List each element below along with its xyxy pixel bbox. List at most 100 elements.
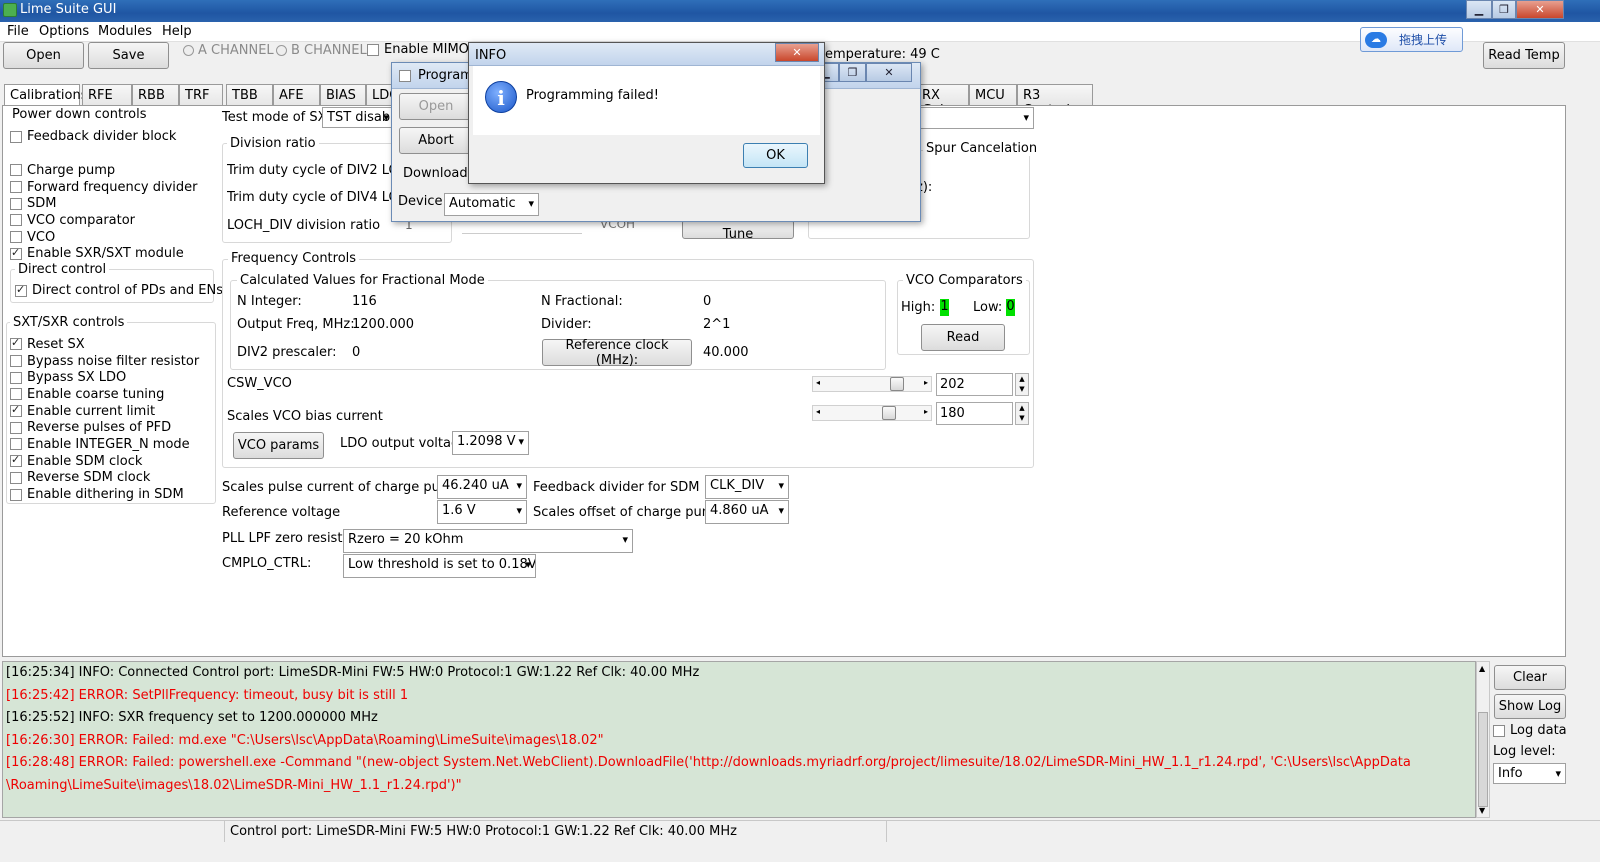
divider-value: 2^1 bbox=[703, 317, 731, 332]
tab-calibrations[interactable]: Calibrations bbox=[4, 84, 88, 106]
log-line: [16:25:42] ERROR: SetPllFrequency: timeo… bbox=[6, 687, 409, 703]
tab-rx-gain[interactable]: RX Gain bbox=[916, 84, 969, 118]
read-temp-button[interactable]: Read Temp bbox=[1483, 42, 1565, 69]
maximize-button[interactable]: ❐ bbox=[1492, 0, 1516, 19]
div2-prescaler-value: 0 bbox=[352, 345, 361, 360]
offset-charge-pump-label: Scales offset of charge pump bbox=[533, 505, 723, 520]
open-button[interactable]: Open bbox=[3, 42, 84, 69]
clear-button[interactable]: Clear bbox=[1494, 665, 1566, 690]
csw-vco-slider[interactable]: ◂ ▸ bbox=[812, 376, 932, 392]
slider-right-arrow-icon[interactable]: ▸ bbox=[924, 378, 928, 387]
menu-help[interactable]: Help bbox=[162, 24, 192, 39]
tab-bias[interactable]: BIAS bbox=[320, 84, 366, 106]
checkbox-enable-sxr-sxt[interactable]: Enable SXR/SXT module bbox=[10, 245, 198, 262]
scroll-up-icon[interactable]: ▲ bbox=[1479, 664, 1485, 673]
info-close-button[interactable]: ✕ bbox=[775, 43, 819, 62]
checkbox-label: Bypass SX LDO bbox=[27, 370, 127, 386]
tab-rfe[interactable]: RFE bbox=[82, 84, 132, 106]
vco-params-button[interactable]: VCO params bbox=[233, 432, 324, 459]
checkbox-label: Feedback divider block bbox=[27, 129, 177, 144]
checkbox-sdm[interactable]: SDM bbox=[10, 195, 198, 212]
checkbox-box bbox=[10, 488, 22, 501]
csw-vco-spinbox[interactable]: 202 bbox=[936, 373, 1013, 396]
csw-vco-spin-arrows[interactable]: ▲ ▼ bbox=[1015, 373, 1029, 396]
log-scrollbar[interactable]: ▲ ▼ bbox=[1476, 661, 1490, 818]
scroll-thumb[interactable] bbox=[1478, 712, 1488, 807]
checkbox-bypass-noise[interactable]: Bypass noise filter resistor bbox=[10, 353, 199, 370]
read-comparators-button[interactable]: Read bbox=[921, 324, 1005, 351]
test-mode-select[interactable]: TST disable bbox=[322, 107, 394, 128]
show-log-button[interactable]: Show Log bbox=[1494, 694, 1566, 719]
slider-left-arrow-icon[interactable]: ◂ bbox=[816, 378, 820, 387]
program-close-button[interactable]: ✕ bbox=[866, 63, 912, 82]
tune-button[interactable]: Tune bbox=[682, 220, 794, 239]
checkbox-feedback-divider[interactable]: Feedback divider block bbox=[10, 128, 198, 145]
pll-lpf-select[interactable]: Rzero = 20 kOhm bbox=[343, 529, 633, 553]
checkbox-box bbox=[10, 246, 22, 260]
temperature-readout: emperature: 49 C bbox=[825, 47, 940, 62]
upload-badge[interactable]: ☁ 拖拽上传 bbox=[1360, 27, 1463, 52]
checkbox-current-limit[interactable]: Enable current limit bbox=[10, 403, 199, 420]
a-channel-radio[interactable]: A CHANNEL bbox=[183, 43, 274, 58]
checkbox-vco-comparator[interactable]: VCO comparator bbox=[10, 212, 198, 229]
ldo-output-select[interactable]: 1.2098 V bbox=[452, 431, 529, 455]
status-bar: Control port: LimeSDR-Mini FW:5 HW:0 Pro… bbox=[0, 820, 1600, 842]
menu-modules[interactable]: Modules bbox=[98, 24, 152, 39]
menu-file[interactable]: File bbox=[7, 24, 29, 39]
b-channel-radio[interactable]: B CHANNEL bbox=[276, 43, 367, 58]
vco-bias-slider[interactable]: ◂ ▸ bbox=[812, 405, 932, 421]
checkbox-dithering[interactable]: Enable dithering in SDM bbox=[10, 486, 199, 503]
program-open-button[interactable]: Open bbox=[399, 93, 473, 120]
checkbox-integer-n[interactable]: Enable INTEGER_N mode bbox=[10, 436, 199, 453]
vco-bias-spinbox[interactable]: 180 bbox=[936, 402, 1013, 425]
vcoh-radio[interactable]: VCOH bbox=[600, 221, 660, 233]
checkbox-coarse-tuning[interactable]: Enable coarse tuning bbox=[10, 386, 199, 403]
menu-options[interactable]: Options bbox=[39, 24, 89, 39]
abort-button[interactable]: Abort bbox=[399, 127, 473, 154]
tab-afe[interactable]: AFE bbox=[273, 84, 320, 106]
reference-clock-button[interactable]: Reference clock (MHz): bbox=[542, 338, 692, 368]
program-maximize-button[interactable]: ❐ bbox=[839, 63, 866, 82]
tab-tbb[interactable]: TBB bbox=[226, 84, 273, 106]
close-button[interactable]: ✕ bbox=[1516, 0, 1564, 19]
checkbox-label: VCO bbox=[27, 229, 56, 245]
slider-thumb[interactable] bbox=[889, 377, 904, 391]
tab-rbb[interactable]: RBB bbox=[132, 84, 179, 106]
tab-r3-controls[interactable]: R3 Controls bbox=[1017, 84, 1093, 118]
loch-div-select[interactable]: 1 bbox=[398, 220, 448, 235]
enable-mimo-checkbox[interactable]: Enable MIMO bbox=[367, 42, 469, 57]
checkbox-charge-pump[interactable]: Charge pump bbox=[10, 162, 198, 179]
right-top-select[interactable] bbox=[918, 107, 1034, 129]
n-integer-value: 116 bbox=[352, 294, 377, 309]
log-data-checkbox[interactable]: Log data bbox=[1493, 723, 1567, 738]
checkbox-direct-control[interactable]: Direct control of PDs and ENs bbox=[15, 283, 223, 298]
tab-mcu[interactable]: MCU bbox=[969, 84, 1017, 106]
tab-trf[interactable]: TRF bbox=[179, 84, 223, 106]
csw-vco-label: CSW_VCO bbox=[227, 376, 292, 391]
checkbox-vco[interactable]: VCO bbox=[10, 229, 198, 246]
feedback-sdm-select[interactable]: CLK_DIV bbox=[705, 475, 789, 499]
checkbox-reverse-sdm[interactable]: Reverse SDM clock bbox=[10, 470, 199, 487]
device-select[interactable]: Automatic bbox=[444, 193, 539, 216]
reference-voltage-select[interactable]: 1.6 V bbox=[437, 500, 527, 524]
cmplo-ctrl-select[interactable]: Low threshold is set to 0.18V bbox=[343, 554, 536, 578]
log-area[interactable]: [16:25:34] INFO: Connected Control port:… bbox=[2, 661, 1476, 818]
slider-left-arrow-icon[interactable]: ◂ bbox=[816, 407, 820, 416]
log-level-select[interactable]: Info bbox=[1493, 763, 1566, 784]
ok-button[interactable]: OK bbox=[743, 143, 808, 168]
checkbox-reverse-pfd[interactable]: Reverse pulses of PFD bbox=[10, 419, 199, 436]
offset-charge-pump-select[interactable]: 4.860 uA bbox=[705, 500, 789, 524]
output-freq-value: 1200.000 bbox=[352, 317, 415, 332]
pulse-current-select[interactable]: 46.240 uA bbox=[437, 475, 527, 499]
checkbox-sdm-clock[interactable]: Enable SDM clock bbox=[10, 453, 199, 470]
vco-bias-spin-arrows[interactable]: ▲ ▼ bbox=[1015, 402, 1029, 425]
checkbox-label: Enable coarse tuning bbox=[27, 386, 165, 402]
checkbox-forward-divider[interactable]: Forward frequency divider bbox=[10, 179, 198, 196]
slider-thumb[interactable] bbox=[882, 406, 897, 420]
minimize-button[interactable]: ▁ bbox=[1466, 0, 1492, 19]
checkbox-reset-sx[interactable]: Reset SX bbox=[10, 336, 199, 353]
slider-right-arrow-icon[interactable]: ▸ bbox=[924, 407, 928, 416]
save-button[interactable]: Save bbox=[88, 42, 169, 69]
scroll-down-icon[interactable]: ▼ bbox=[1479, 806, 1485, 815]
checkbox-bypass-ldo[interactable]: Bypass SX LDO bbox=[10, 369, 199, 386]
